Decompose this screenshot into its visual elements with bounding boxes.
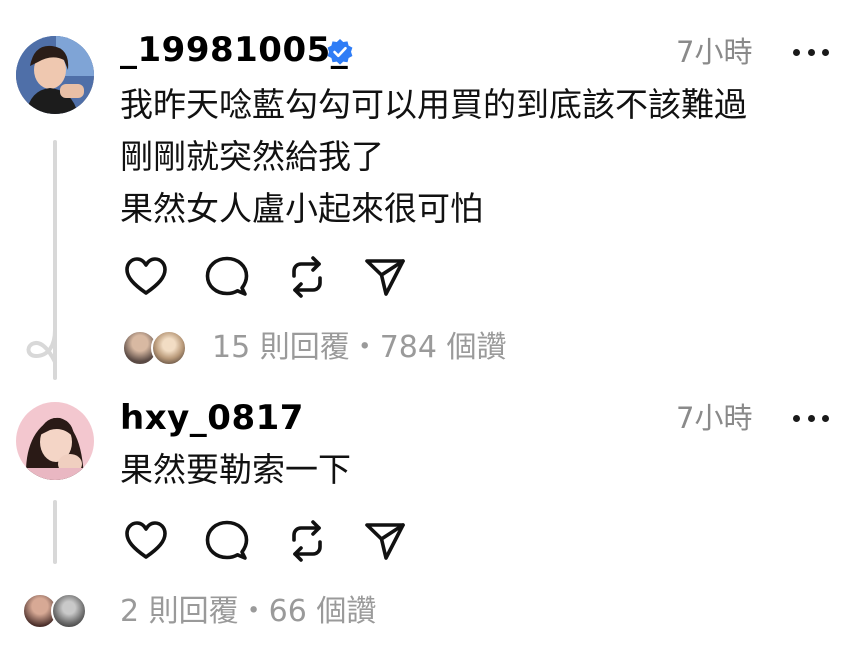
thread-line <box>53 500 57 564</box>
post-stats[interactable]: 2 則回覆・66 個讚 <box>120 592 376 632</box>
comment-icon[interactable] <box>204 518 250 564</box>
username[interactable]: hxy_0817 <box>120 398 304 438</box>
heart-icon[interactable] <box>123 518 169 564</box>
post-text-line: 我昨天唸藍勾勾可以用買的到底該不該難過 <box>120 85 747 124</box>
reply-avatar <box>151 330 187 366</box>
post-text-line: 果然女人盧小起來很可怕 <box>120 189 483 228</box>
post-text-line: 剛剛就突然給我了 <box>120 137 384 176</box>
dot <box>822 414 829 422</box>
share-icon[interactable] <box>362 518 408 564</box>
verified-badge-icon <box>327 39 353 65</box>
post-time: 7小時 <box>676 401 753 435</box>
avatar-photo <box>16 36 94 114</box>
comment-icon[interactable] <box>204 254 250 300</box>
avatar[interactable] <box>16 36 94 114</box>
username[interactable]: _19981005_ <box>120 30 348 70</box>
more-options-button[interactable] <box>793 46 829 58</box>
reply-avatar <box>51 593 87 629</box>
avatar[interactable] <box>16 402 94 480</box>
dot <box>793 414 800 422</box>
more-options-button[interactable] <box>793 412 829 424</box>
repost-icon[interactable] <box>284 254 330 300</box>
post-stats[interactable]: 15 則回覆・784 個讚 <box>212 328 507 368</box>
avatar-photo <box>16 402 94 480</box>
dot <box>807 414 815 422</box>
heart-icon[interactable] <box>123 254 169 300</box>
dot <box>793 48 800 56</box>
post-time: 7小時 <box>676 35 753 69</box>
dot <box>822 48 829 56</box>
post-text-line: 果然要勒索一下 <box>120 450 351 489</box>
dot <box>807 48 815 56</box>
thread-loop-icon <box>26 328 57 364</box>
repost-icon[interactable] <box>284 518 330 564</box>
share-icon[interactable] <box>362 254 408 300</box>
